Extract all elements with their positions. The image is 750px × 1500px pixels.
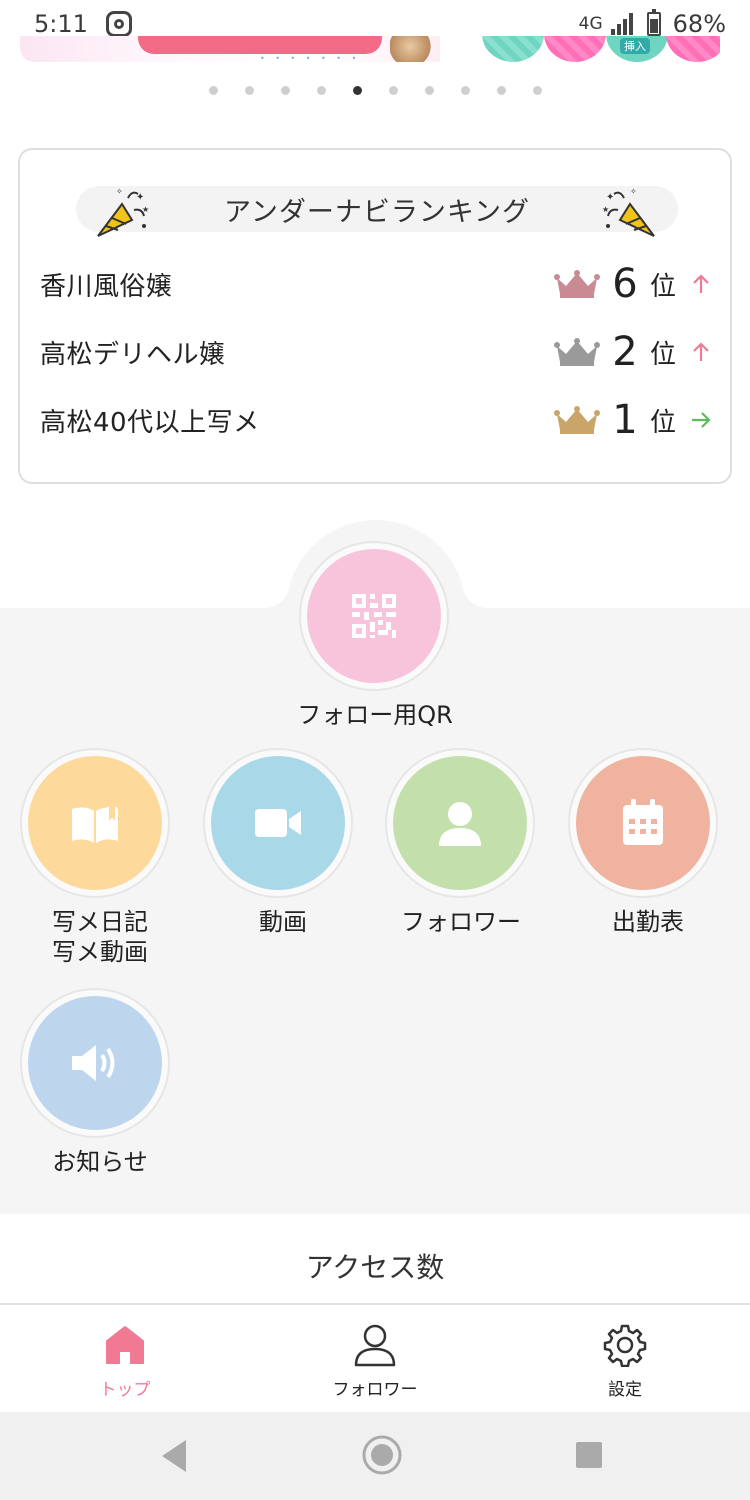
recents-icon[interactable] bbox=[574, 1440, 604, 1470]
carousel-indicator[interactable] bbox=[0, 86, 750, 95]
status-time: 5:11 bbox=[34, 10, 88, 38]
ranking-position: 1 位 bbox=[553, 397, 712, 443]
banner-decoration: • • • • • • • bbox=[260, 54, 361, 63]
home-circle-icon[interactable] bbox=[361, 1434, 403, 1476]
nav-tab-followers[interactable]: フォロワー bbox=[315, 1305, 435, 1412]
calendar-icon bbox=[623, 799, 663, 845]
carousel-dot[interactable] bbox=[280, 86, 290, 95]
banner-carousel[interactable]: • • • • • • • 挿入 bbox=[20, 36, 720, 66]
svg-text:★: ★ bbox=[602, 205, 609, 214]
schedule-label: 出勤表 bbox=[612, 908, 684, 936]
follow-qr-button[interactable] bbox=[299, 541, 449, 691]
bottom-nav: トップ フォロワー 設定 bbox=[0, 1305, 750, 1412]
follow-qr-button-fill[interactable] bbox=[307, 549, 441, 683]
status-indicators: 4G 68% bbox=[578, 9, 726, 38]
banner-pill-button[interactable] bbox=[138, 36, 382, 54]
video-label: 動画 bbox=[259, 908, 307, 936]
notice-button-fill[interactable] bbox=[28, 996, 162, 1130]
ranking-number: 1 bbox=[612, 397, 638, 443]
crown-icon bbox=[553, 270, 600, 298]
follower-button[interactable] bbox=[385, 748, 535, 898]
follower-button-fill[interactable] bbox=[393, 756, 527, 890]
schedule-button-fill[interactable] bbox=[576, 756, 710, 890]
photo-diary-label: 写メ日記 写メ動画 bbox=[52, 908, 148, 966]
speaker-icon bbox=[72, 1045, 115, 1081]
trend-up-arrow-icon bbox=[693, 274, 709, 293]
access-count-heading: アクセス数 bbox=[305, 1251, 445, 1284]
carousel-dot[interactable] bbox=[316, 86, 326, 95]
follower-label: フォロワー bbox=[401, 908, 521, 936]
crown-icon bbox=[553, 406, 600, 434]
back-icon[interactable] bbox=[158, 1436, 188, 1476]
carousel-dot[interactable] bbox=[496, 86, 506, 95]
svg-text:✦: ✦ bbox=[606, 192, 614, 203]
party-popper-icon: ✦ ★ ✧ bbox=[97, 187, 149, 237]
carousel-dot[interactable] bbox=[460, 86, 470, 95]
person-outline-icon bbox=[354, 1324, 396, 1367]
ranking-category: 香川風俗嬢 bbox=[40, 271, 173, 302]
carousel-dot[interactable] bbox=[388, 86, 398, 95]
battery-icon bbox=[646, 9, 661, 36]
system-navigation-bar bbox=[0, 1412, 750, 1500]
video-button-fill[interactable] bbox=[211, 756, 345, 890]
ranking-position: 6 位 bbox=[553, 261, 712, 307]
ranking-unit: 位 bbox=[649, 407, 676, 438]
network-type: 4G bbox=[578, 14, 603, 34]
crown-icon bbox=[553, 338, 600, 366]
open-book-icon bbox=[72, 807, 118, 843]
carousel-dot[interactable] bbox=[244, 86, 254, 95]
video-button[interactable] bbox=[203, 748, 353, 898]
carousel-dot[interactable] bbox=[208, 86, 218, 95]
ranking-title: アンダーナビランキング bbox=[76, 186, 678, 232]
svg-text:✦: ✦ bbox=[136, 192, 144, 203]
photo-diary-button-fill[interactable] bbox=[28, 756, 162, 890]
carousel-dot[interactable] bbox=[352, 86, 362, 95]
banner-dog-illustration bbox=[390, 36, 440, 62]
notice-label: お知らせ bbox=[52, 1148, 148, 1176]
notice-button[interactable] bbox=[20, 988, 170, 1138]
qr-code-icon bbox=[352, 594, 396, 638]
photo-diary-button[interactable] bbox=[20, 748, 170, 898]
party-popper-icon: ✦ ★ ✧ bbox=[602, 187, 655, 237]
ranking-row[interactable]: 高松デリヘル嬢 2 位 bbox=[40, 322, 712, 382]
schedule-button[interactable] bbox=[568, 748, 718, 898]
nav-tab-top[interactable]: トップ bbox=[75, 1305, 175, 1412]
home-icon bbox=[106, 1326, 144, 1364]
signal-icon bbox=[610, 13, 633, 35]
instagram-notification-icon bbox=[105, 11, 132, 37]
banner-tag: 挿入 bbox=[620, 38, 650, 54]
ranking-category: 高松デリヘル嬢 bbox=[40, 339, 226, 370]
battery-percent: 68% bbox=[672, 10, 726, 38]
ranking-number: 6 bbox=[612, 261, 638, 307]
carousel-dot[interactable] bbox=[532, 86, 542, 95]
svg-text:★: ★ bbox=[142, 205, 149, 214]
ranking-row[interactable]: 高松40代以上写メ 1 位 bbox=[40, 390, 712, 450]
svg-text:✧: ✧ bbox=[630, 187, 637, 196]
ranking-category: 高松40代以上写メ bbox=[40, 407, 260, 438]
gear-icon bbox=[603, 1324, 647, 1367]
svg-text:✧: ✧ bbox=[116, 187, 123, 196]
banner-circle bbox=[666, 36, 720, 62]
nav-tab-top-label: トップ bbox=[99, 1380, 151, 1400]
ranking-number: 2 bbox=[612, 329, 638, 375]
person-icon bbox=[439, 802, 481, 846]
follow-qr-label: フォロー用QR bbox=[297, 701, 453, 729]
nav-tab-settings[interactable]: 設定 bbox=[575, 1305, 675, 1412]
nav-tab-settings-label: 設定 bbox=[608, 1380, 642, 1400]
banner-circle bbox=[544, 36, 606, 62]
video-camera-icon bbox=[255, 809, 301, 837]
banner-circle bbox=[482, 36, 544, 62]
trend-up-arrow-icon bbox=[693, 342, 709, 361]
nav-tab-followers-label: フォロワー bbox=[332, 1380, 418, 1400]
ranking-row[interactable]: 香川風俗嬢 6 位 bbox=[40, 254, 712, 314]
trend-flat-arrow-icon bbox=[692, 412, 711, 428]
ranking-unit: 位 bbox=[649, 339, 676, 370]
ranking-card[interactable]: アンダーナビランキング ✦ ★ ✧ ✦ ★ ✧ 香川風俗嬢 6 位 高松デリヘル… bbox=[18, 148, 732, 484]
ranking-unit: 位 bbox=[649, 271, 676, 302]
ranking-position: 2 位 bbox=[553, 329, 712, 375]
carousel-dot[interactable] bbox=[424, 86, 434, 95]
